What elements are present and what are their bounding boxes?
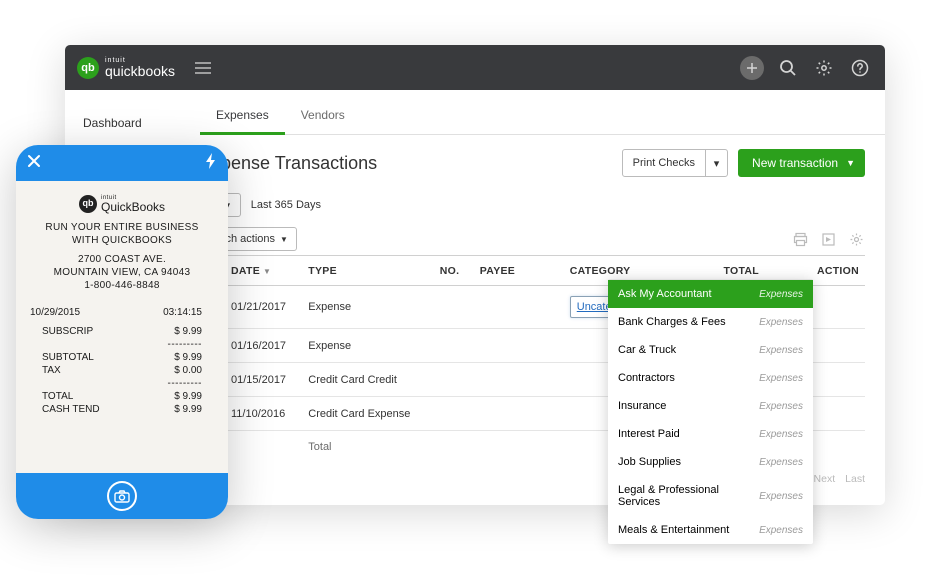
print-checks-button[interactable]: Print Checks ▾ [622,149,728,177]
receipt-line: RUN YOUR ENTIRE BUSINESS [26,221,218,234]
help-icon[interactable] [847,55,873,81]
menu-icon[interactable] [195,62,211,74]
gear-icon[interactable] [811,55,837,81]
cell-type: Credit Card Expense [302,397,433,431]
cell-type: Credit Card Credit [302,363,433,397]
cell-date: 01/16/2017 [225,329,302,363]
dropdown-item[interactable]: Meals & Entertainment Expenses [608,516,813,544]
category-dropdown-panel: Ask My Accountant Expenses Bank Charges … [608,279,813,544]
add-button[interactable] [739,55,765,81]
col-header-type[interactable]: TYPE [302,256,433,286]
dropdown-item-label: Job Supplies [618,456,681,468]
receipt-image: qb intuit QuickBooks RUN YOUR ENTIRE BUS… [16,181,228,473]
dropdown-item-type: Expenses [759,429,803,440]
brand-name-label: quickbooks [105,64,175,78]
search-icon[interactable] [775,55,801,81]
total-label: Total [302,431,433,464]
new-transaction-button[interactable]: New transaction ▼ [738,149,865,177]
chevron-down-icon: ▼ [280,235,288,244]
receipt-logo: qb intuit QuickBooks [26,195,218,213]
receipt-divider: --------- [26,377,218,390]
col-header-payee[interactable]: PAYEE [474,256,564,286]
dropdown-item-type: Expenses [759,317,803,328]
cell-date: 11/10/2016 [225,397,302,431]
receipt-line: MOUNTAIN VIEW, CA 94043 [26,266,218,279]
receipt-line: 1-800-446-8848 [26,279,218,292]
receipt-tax: TAX$ 0.00 [26,364,218,377]
cell-type: Expense [302,286,433,329]
phone-mockup: qb intuit QuickBooks RUN YOUR ENTIRE BUS… [16,145,228,519]
camera-icon [114,490,130,503]
dropdown-item-type: Expenses [759,373,803,384]
receipt-datetime: 10/29/201503:14:15 [26,306,218,319]
chevron-down-icon: ▼ [846,158,855,168]
receipt-item: SUBSCRIP$ 9.99 [26,325,218,338]
col-header-no[interactable]: NO. [434,256,474,286]
camera-button[interactable] [107,481,137,511]
new-transaction-label: New transaction [752,156,838,170]
dropdown-item[interactable]: Job Supplies Expenses [608,448,813,476]
receipt-line: 2700 COAST AVE. [26,253,218,266]
dropdown-item-type: Expenses [759,345,803,356]
receipt-total: TOTAL$ 9.99 [26,390,218,403]
receipt-divider: --------- [26,338,218,351]
tab-expenses[interactable]: Expenses [200,98,285,135]
dropdown-item[interactable]: Bank Charges & Fees Expenses [608,308,813,336]
dropdown-item[interactable]: Ask My Accountant Expenses [608,280,813,308]
print-checks-label: Print Checks [623,157,705,169]
pager-last[interactable]: Last [845,473,865,485]
date-range-label: Last 365 Days [251,199,321,211]
close-icon[interactable] [26,153,42,174]
dropdown-item[interactable]: Contractors Expenses [608,364,813,392]
cell-type: Expense [302,329,433,363]
dropdown-item[interactable]: Car & Truck Expenses [608,336,813,364]
brand-logo: qb intuit quickbooks [77,57,175,79]
receipt-subtotal: SUBTOTAL$ 9.99 [26,351,218,364]
dropdown-item[interactable]: Insurance Expenses [608,392,813,420]
tabs: Expenses Vendors [200,98,885,135]
dropdown-item-type: Expenses [759,525,803,536]
dropdown-item-type: Expenses [759,457,803,468]
flash-icon[interactable] [204,152,218,175]
dropdown-item-type: Expenses [759,491,803,502]
dropdown-item-type: Expenses [759,401,803,412]
col-header-date[interactable]: DATE▼ [225,256,302,286]
dropdown-item[interactable]: Legal & Professional Services Expenses [608,476,813,516]
dropdown-item-type: Expenses [759,289,803,300]
settings-icon[interactable] [847,230,865,248]
print-icon[interactable] [791,230,809,248]
chevron-down-icon[interactable]: ▾ [705,150,727,176]
export-icon[interactable] [819,230,837,248]
phone-header [16,145,228,181]
tab-vendors[interactable]: Vendors [285,98,361,134]
dropdown-item-label: Ask My Accountant [618,288,712,300]
dropdown-item[interactable]: Interest Paid Expenses [608,420,813,448]
dropdown-item-label: Insurance [618,400,666,412]
dropdown-item-label: Legal & Professional Services [618,484,759,508]
dropdown-item-label: Contractors [618,372,675,384]
receipt-cash: CASH TEND$ 9.99 [26,403,218,416]
dropdown-item-label: Car & Truck [618,344,676,356]
receipt-line: WITH QUICKBOOKS [26,234,218,247]
sidebar-item-dashboard[interactable]: Dashboard [83,108,180,142]
dropdown-item-label: Interest Paid [618,428,680,440]
dropdown-item-label: Meals & Entertainment [618,524,729,536]
top-bar: qb intuit quickbooks [65,45,885,90]
dropdown-item-label: Bank Charges & Fees [618,316,726,328]
cell-date: 01/15/2017 [225,363,302,397]
brand-icon: qb [77,57,99,79]
pager-next[interactable]: Next [814,473,836,485]
receipt-brand-name: QuickBooks [101,201,165,213]
phone-footer [16,473,228,519]
cell-date: 01/21/2017 [225,286,302,329]
